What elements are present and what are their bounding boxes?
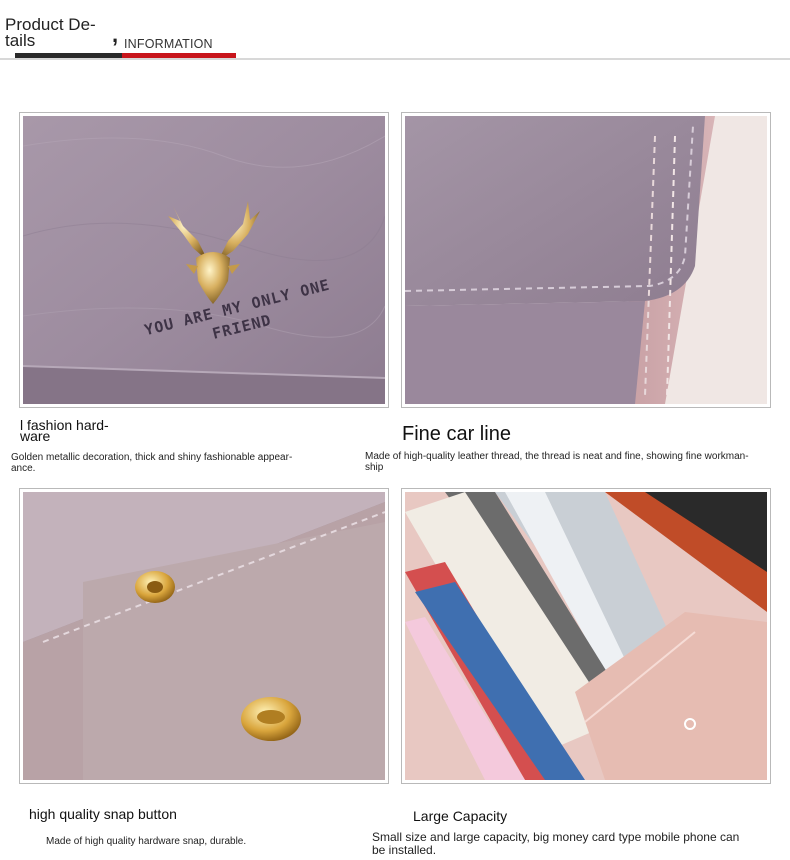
panel-3-description: Made of high quality hardware snap, dura… [46, 836, 247, 847]
page-subtitle: INFORMATION [124, 37, 213, 51]
page-title: Product De- tails [5, 15, 96, 50]
wallet-interior-capacity-image [405, 492, 767, 780]
panel-4-frame [401, 488, 771, 784]
panel-2-description: Made of high-quality leather thread, the… [365, 451, 749, 473]
panel-2-title: Fine car line [402, 423, 511, 445]
wallet-deer-emblem-image: YOU ARE MY ONLY ONE FRIEND [23, 116, 385, 404]
panel-3-frame [19, 488, 389, 784]
panel-1-title: l fashion hard- ware [20, 417, 109, 444]
wallet-snap-button-image [23, 492, 385, 780]
panel-2-frame [401, 112, 771, 408]
panel-4-description: Small size and large capacity, big money… [372, 830, 740, 857]
title-comma: , [112, 22, 119, 47]
panel-3-title: high quality snap button [29, 806, 177, 822]
header-divider [0, 58, 790, 60]
panel-4-title: Large Capacity [413, 808, 508, 824]
wallet-stitching-image [405, 116, 767, 404]
panel-1-frame: YOU ARE MY ONLY ONE FRIEND [19, 112, 389, 408]
panel-1-description: Golden metallic decoration, thick and sh… [11, 452, 293, 474]
